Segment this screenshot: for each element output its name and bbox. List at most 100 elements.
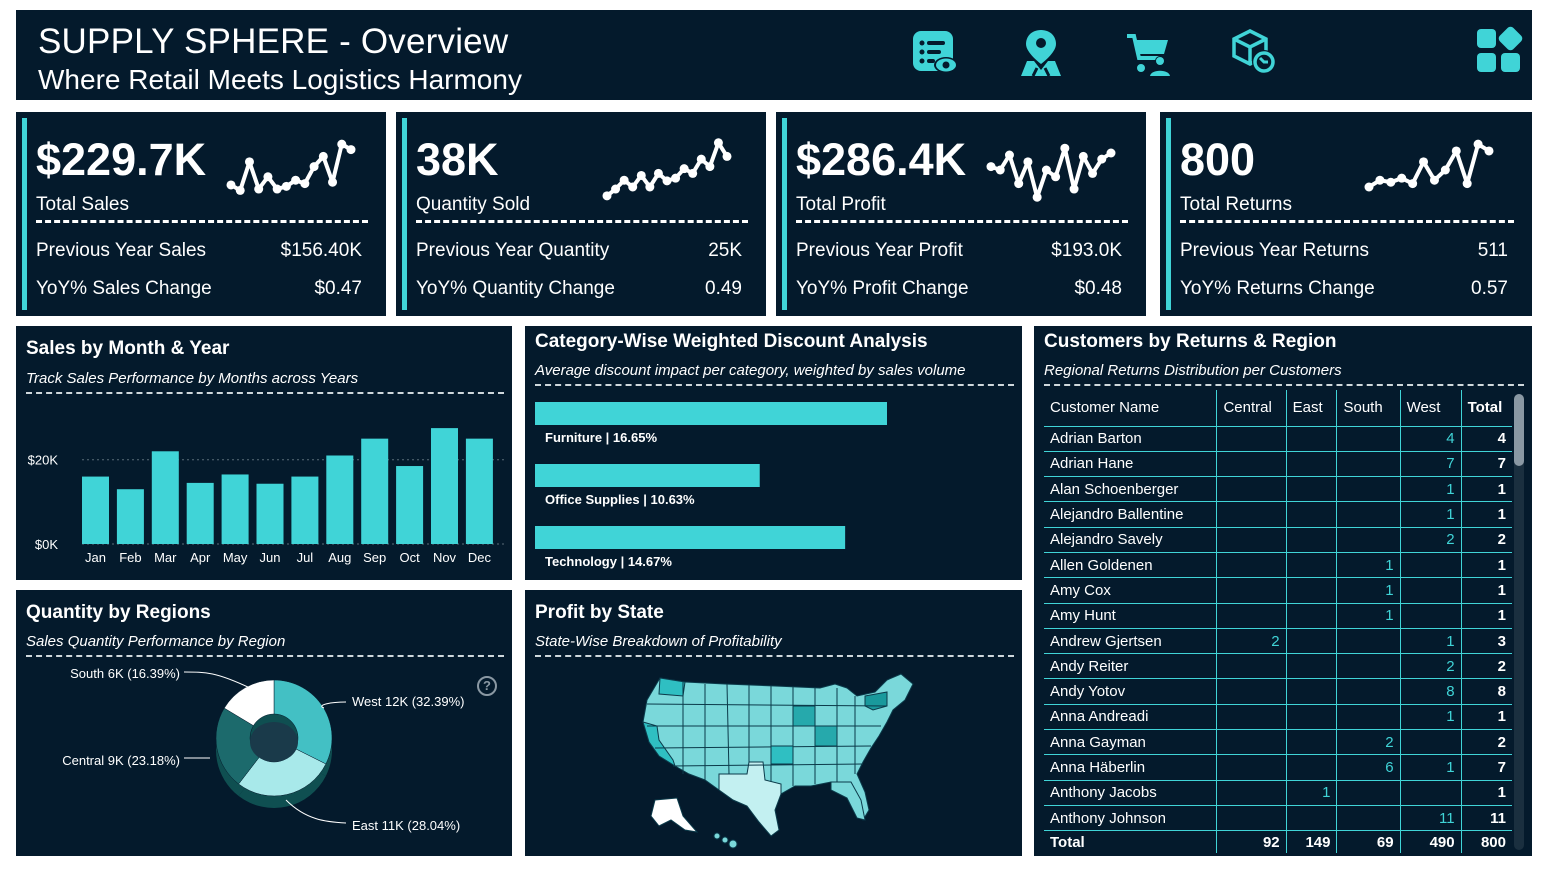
customers-table: Customer Name Central East South West Total A…	[1044, 390, 1512, 853]
panel-subtitle: State-Wise Breakdown of Profitability	[535, 633, 782, 650]
discount-bar[interactable]	[535, 402, 887, 425]
panel-divider	[1044, 384, 1524, 386]
column-header[interactable]: Total	[1461, 390, 1512, 427]
kpi-card-returns: 800 Total Returns Previous Year Returns …	[1160, 112, 1532, 316]
table-row[interactable]: Anna Andreadi 1 1	[1044, 704, 1512, 731]
kpi-divider	[416, 220, 748, 223]
donut-label: Central 9K (23.18%)	[62, 753, 180, 768]
kpi-accent-bar	[22, 118, 27, 310]
kpi-prev-label: Previous Year Sales	[36, 240, 207, 261]
sparkline-point	[1014, 179, 1024, 189]
sparkline-point	[1375, 175, 1385, 185]
table-scrollbar[interactable]	[1514, 394, 1524, 850]
kpi-yoy-value: 0.49	[705, 278, 742, 299]
sales-bar[interactable]	[361, 438, 389, 544]
sparkline-point	[226, 180, 236, 190]
table-row[interactable]: Alejandro Savely 2 2	[1044, 527, 1512, 553]
cart-user-icon[interactable]	[1124, 28, 1174, 78]
column-header[interactable]: Central	[1216, 390, 1287, 427]
table-row[interactable]: Andrew Gjertsen 2 1 3	[1044, 628, 1512, 655]
returns-cell	[1336, 628, 1401, 655]
dashboard-grid-icon[interactable]	[1474, 26, 1524, 76]
sales-bar[interactable]	[326, 455, 354, 545]
kpi-yoy-label: YoY% Profit Change	[796, 278, 969, 299]
map-pin-icon[interactable]	[1016, 28, 1066, 78]
sparkline-point	[696, 154, 706, 164]
sales-bar[interactable]	[82, 476, 109, 544]
customer-name-cell: Amy Hunt	[1044, 603, 1218, 629]
sales-bar[interactable]	[465, 438, 493, 544]
returns-cell: 1	[1461, 552, 1512, 579]
kpi-accent-bar	[402, 118, 407, 310]
sparkline-point	[291, 175, 301, 185]
table-row[interactable]: Amy Hunt 1 1	[1044, 603, 1512, 629]
panel-title: Sales by Month & Year	[26, 338, 230, 359]
column-header[interactable]: Customer Name	[1044, 390, 1218, 427]
help-icon[interactable]: ?	[477, 676, 497, 696]
customer-name-cell: Anthony Jacobs	[1044, 780, 1218, 806]
returns-cell: 7	[1461, 451, 1512, 478]
table-row[interactable]: Adrian Hane 7 7	[1044, 451, 1512, 478]
returns-cell: 8	[1400, 678, 1462, 705]
scrollbar-thumb[interactable]	[1514, 394, 1524, 466]
returns-cell	[1216, 754, 1287, 781]
sales-bar[interactable]	[431, 428, 458, 544]
discount-bar[interactable]	[535, 464, 760, 487]
sparkline-point	[1060, 143, 1070, 153]
returns-box-icon[interactable]	[1230, 28, 1280, 78]
leader-line	[321, 701, 347, 709]
column-header[interactable]: East	[1286, 390, 1338, 427]
table-row[interactable]: Anthony Jacobs 1 1	[1044, 780, 1512, 806]
discount-bar-label: Technology | 14.67%	[545, 554, 672, 569]
table-row[interactable]: Anna Häberlin 6 1 7	[1044, 754, 1512, 781]
customer-name-cell: Amy Cox	[1044, 577, 1218, 604]
returns-cell: 2	[1336, 729, 1401, 756]
returns-cell	[1336, 476, 1401, 503]
sales-bar[interactable]	[291, 476, 319, 544]
returns-cell	[1336, 678, 1401, 705]
sparkline-point	[1032, 192, 1042, 202]
sparkline-point	[705, 162, 715, 172]
table-row[interactable]: Adrian Barton 4 4	[1044, 426, 1512, 452]
discount-bar[interactable]	[535, 526, 846, 549]
returns-cell	[1286, 577, 1338, 604]
table-row[interactable]: Allen Goldenen 1 1	[1044, 552, 1512, 579]
table-row[interactable]: Alejandro Ballentine 1 1	[1044, 501, 1512, 528]
column-header[interactable]: West	[1400, 390, 1462, 427]
customer-name-cell: Anthony Johnson	[1044, 805, 1218, 832]
sparkline-point	[1397, 173, 1407, 183]
sparkline-point	[328, 177, 338, 187]
report-view-icon[interactable]	[910, 28, 960, 78]
panel-divider	[26, 392, 504, 394]
table-row[interactable]: Alan Schoenberger 1 1	[1044, 476, 1512, 503]
sales-bar[interactable]	[116, 489, 144, 544]
table-row[interactable]: Andy Reiter 2 2	[1044, 653, 1512, 680]
sales-bar[interactable]	[186, 482, 214, 544]
returns-cell	[1336, 780, 1401, 806]
us-state-map[interactable]	[625, 670, 925, 850]
returns-cell	[1216, 552, 1287, 579]
table-row[interactable]: Andy Yotov 8 8	[1044, 678, 1512, 705]
customer-name-cell: Alejandro Ballentine	[1044, 501, 1218, 528]
returns-cell: 1	[1400, 754, 1462, 781]
sparkline-point	[309, 162, 319, 172]
kpi-prev-value: 511	[1477, 240, 1508, 261]
total-cell: 490	[1400, 830, 1462, 853]
sales-bar[interactable]	[256, 483, 284, 544]
sales-bar[interactable]	[221, 474, 249, 544]
column-header[interactable]: South	[1336, 390, 1401, 427]
table-row[interactable]: Amy Cox 1 1	[1044, 577, 1512, 604]
returns-cell	[1216, 729, 1287, 756]
sales-bar[interactable]	[151, 451, 179, 544]
sales-bar[interactable]	[396, 466, 424, 544]
table-row[interactable]: Anthony Johnson 11 11	[1044, 805, 1512, 832]
returns-cell: 8	[1461, 678, 1512, 705]
returns-cell: 1	[1400, 628, 1462, 655]
returns-cell	[1286, 805, 1338, 832]
table-row[interactable]: Anna Gayman 2 2	[1044, 729, 1512, 756]
sparkline-point	[1484, 146, 1494, 156]
panel-subtitle: Average discount impact per category, we…	[535, 362, 966, 379]
returns-cell	[1400, 729, 1462, 756]
sparkline-point	[235, 185, 245, 195]
x-tick-label: Oct	[399, 550, 420, 565]
